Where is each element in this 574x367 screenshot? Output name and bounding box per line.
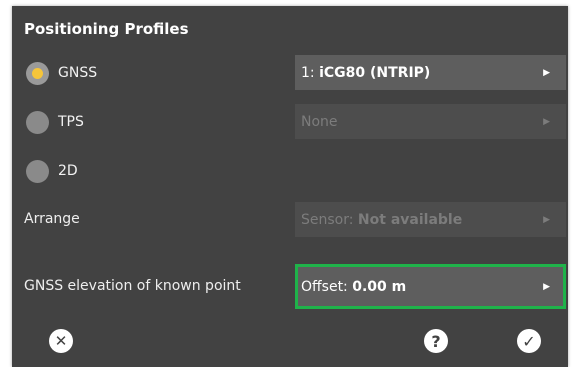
radio-unselected-icon <box>26 110 49 134</box>
arrange-value-wrap: Sensor: Not available <box>301 212 462 228</box>
elevation-value: 0.00 m <box>352 278 407 295</box>
confirm-check-icon[interactable]: ✓ <box>517 329 541 353</box>
arrange-select: Sensor: Not available ▶ <box>295 202 566 237</box>
arrange-label: Arrange <box>24 211 80 227</box>
chevron-right-icon: ▶ <box>543 116 550 127</box>
elevation-offset-select[interactable]: Offset: 0.00 m ▶ <box>295 264 566 309</box>
radio-selected-icon <box>26 61 49 85</box>
positioning-profiles-dialog: Positioning Profiles GNSS 1: iCG80 (NTRI… <box>12 6 568 367</box>
radio-gnss-label: GNSS <box>58 65 98 81</box>
gnss-profile-select[interactable]: 1: iCG80 (NTRIP) ▶ <box>295 55 566 90</box>
tps-profile-select: None ▶ <box>295 104 566 139</box>
elevation-label: GNSS elevation of known point <box>24 278 241 294</box>
radio-gnss[interactable]: GNSS <box>26 58 97 88</box>
tps-profile-value: None <box>301 113 338 130</box>
chevron-right-icon: ▶ <box>543 214 550 225</box>
gnss-profile-prefix: 1: <box>301 64 320 81</box>
elevation-value-wrap: Offset: 0.00 m <box>301 279 406 295</box>
help-icon[interactable]: ? <box>424 329 448 353</box>
elevation-prefix: Offset: <box>301 278 353 295</box>
radio-2d-label: 2D <box>58 163 78 179</box>
chevron-right-icon: ▶ <box>543 67 550 78</box>
gnss-profile-value-wrap: 1: iCG80 (NTRIP) <box>301 65 430 81</box>
arrange-prefix: Sensor: <box>301 211 358 228</box>
close-icon[interactable]: ✕ <box>49 329 73 353</box>
radio-tps[interactable]: TPS <box>26 107 84 137</box>
dialog-title: Positioning Profiles <box>24 20 189 38</box>
radio-2d[interactable]: 2D <box>26 156 78 186</box>
arrange-value: Not available <box>357 211 463 228</box>
gnss-profile-value: iCG80 (NTRIP) <box>319 64 431 81</box>
radio-tps-label: TPS <box>58 114 84 130</box>
radio-unselected-icon <box>26 159 49 183</box>
chevron-right-icon: ▶ <box>543 281 550 292</box>
